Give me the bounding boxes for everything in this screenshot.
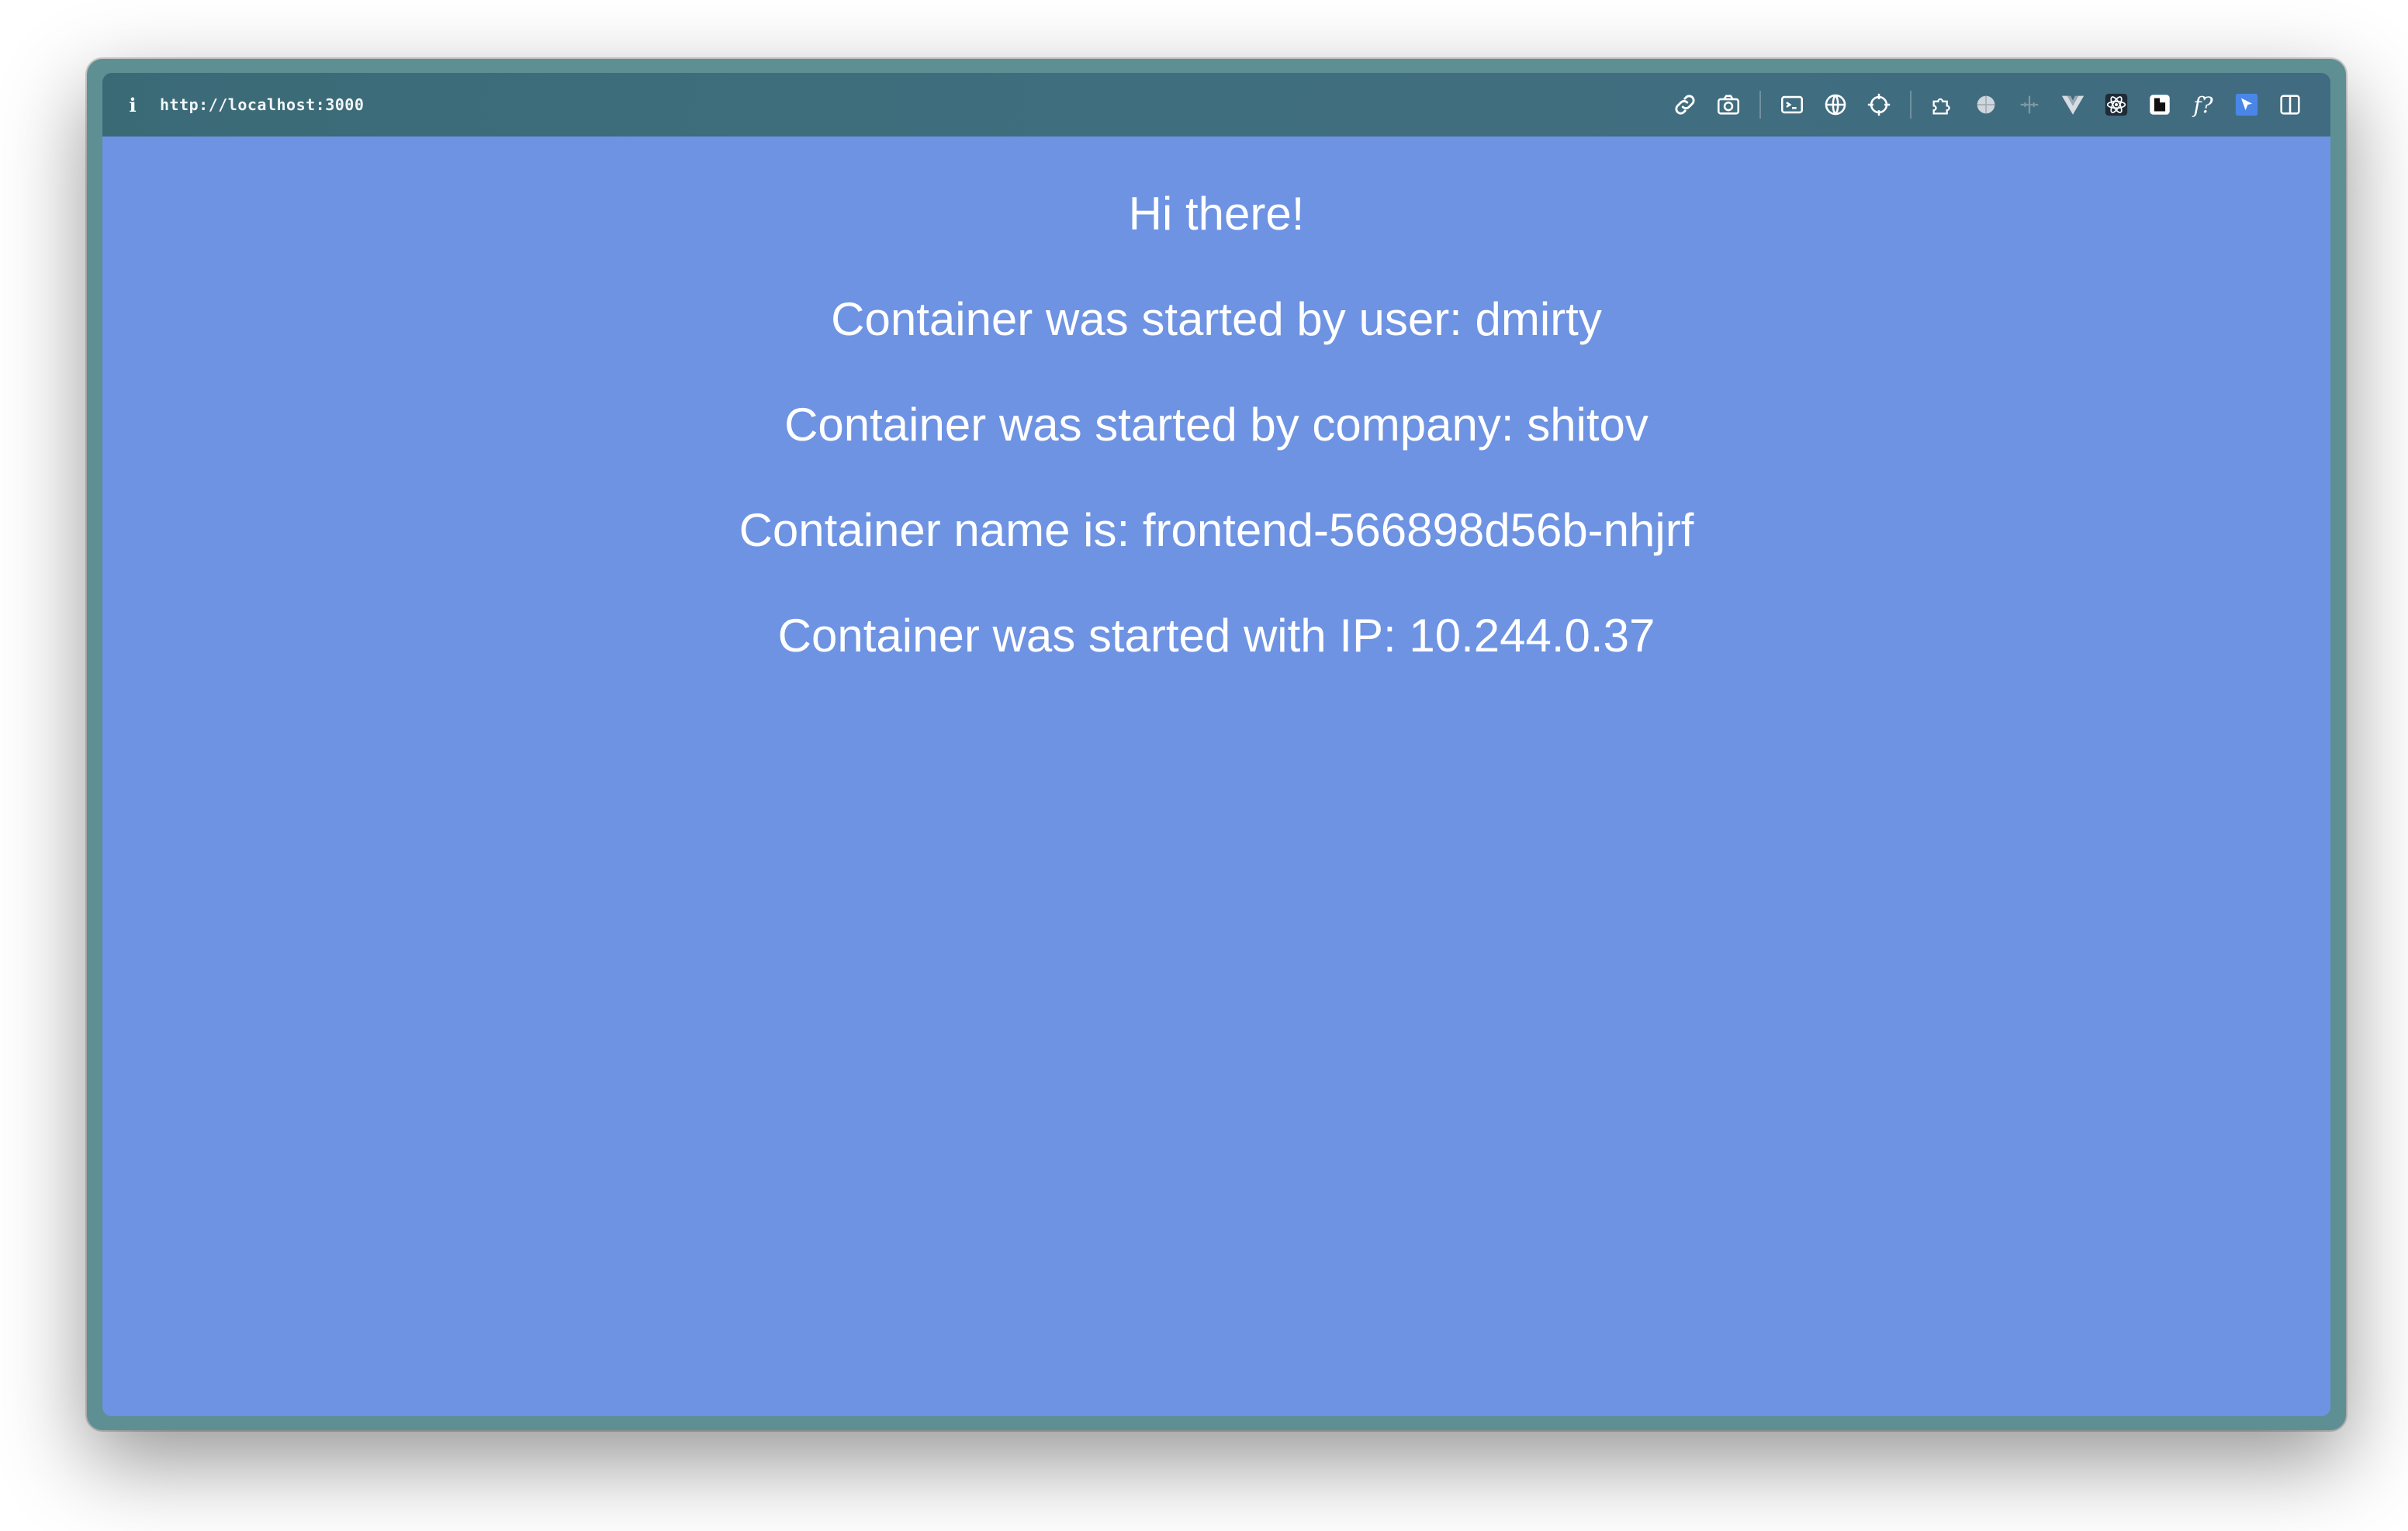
cursor-icon[interactable] (2225, 83, 2268, 126)
info-icon[interactable]: i (124, 94, 141, 116)
toolbar-divider (1759, 91, 1761, 119)
globe-icon[interactable] (1814, 83, 1857, 126)
crosshair-icon[interactable] (1857, 83, 1901, 126)
browser-window: i http://localhost:3000 f? Hi there! Con… (102, 73, 2330, 1416)
camera-icon[interactable] (1707, 83, 1750, 126)
container-name-text: Container name is: frontend-566898d56b-n… (739, 504, 1694, 556)
user-info-text: Container was started by user: dmirty (831, 293, 1602, 345)
function-icon[interactable]: f? (2181, 83, 2225, 126)
ruler-icon[interactable] (2008, 83, 2051, 126)
terminal-icon[interactable] (1770, 83, 1814, 126)
puzzle-icon[interactable] (1921, 83, 1964, 126)
address-bar-url[interactable]: http://localhost:3000 (160, 95, 364, 114)
greeting-text: Hi there! (1128, 188, 1305, 240)
split-view-icon[interactable] (2268, 83, 2312, 126)
function-glyph: f? (2193, 92, 2213, 118)
sphere-icon[interactable] (1964, 83, 2008, 126)
company-info-text: Container was started by company: shitov (784, 399, 1649, 451)
contrast-icon[interactable] (2138, 83, 2181, 126)
link-icon[interactable] (1663, 83, 1707, 126)
container-ip-text: Container was started with IP: 10.244.0.… (777, 610, 1656, 662)
page-content: Hi there! Container was started by user:… (102, 137, 2330, 1416)
react-icon[interactable] (2095, 83, 2138, 126)
vue-icon[interactable] (2051, 83, 2095, 126)
toolbar-tools: f? (1663, 83, 2312, 126)
toolbar-divider (1910, 91, 1912, 119)
browser-toolbar: i http://localhost:3000 f? (102, 73, 2330, 137)
